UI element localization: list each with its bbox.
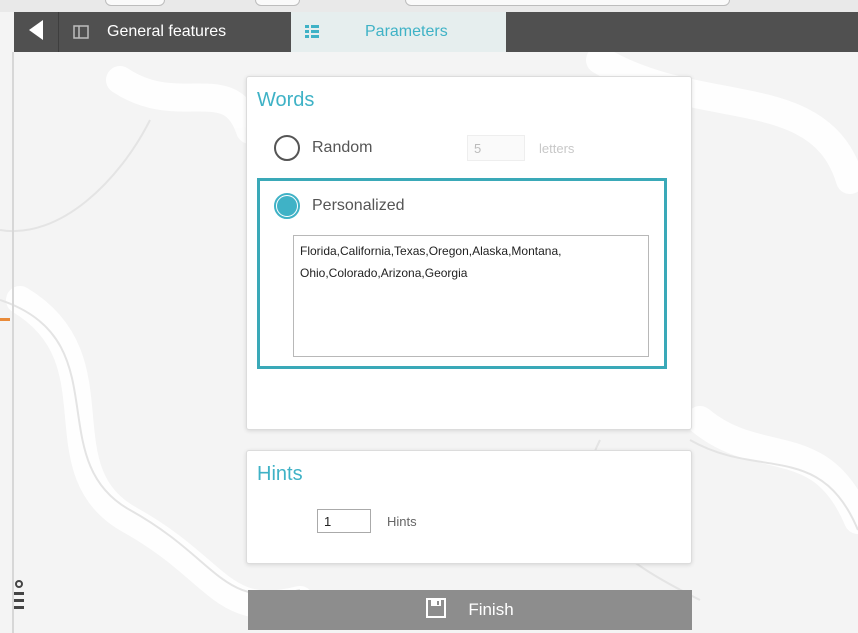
personalized-radio[interactable] (274, 193, 300, 219)
finish-label: Finish (468, 600, 514, 619)
radio-dot (277, 196, 297, 216)
words-panel: Words Random letters Personalized (246, 76, 692, 430)
tab-general-label: General features (107, 23, 227, 40)
personalized-section: Personalized (257, 178, 667, 369)
letters-unit-label: letters (539, 141, 575, 156)
custom-words-textarea[interactable] (293, 235, 649, 357)
panel-icon (73, 25, 89, 39)
random-label: Random (312, 139, 373, 156)
personalized-label: Personalized (312, 197, 405, 214)
handle-bar (14, 606, 24, 609)
back-button[interactable] (14, 12, 58, 52)
personalized-option[interactable]: Personalized (274, 193, 405, 219)
ghost-control (405, 0, 730, 6)
ghost-control (105, 0, 165, 6)
hints-title: Hints (257, 463, 303, 485)
hints-panel: Hints Hints (246, 450, 692, 564)
tab-bar: General features Parameters (14, 12, 858, 52)
letters-count-input[interactable] (467, 135, 525, 161)
side-handle[interactable] (12, 580, 26, 632)
left-divider (12, 52, 14, 633)
hints-row: Hints (317, 509, 417, 533)
finish-button[interactable]: Finish (248, 590, 692, 630)
back-arrow-icon (27, 19, 45, 46)
orange-marker (0, 318, 10, 321)
ghost-control (255, 0, 300, 6)
save-icon (426, 597, 447, 623)
random-radio[interactable] (274, 135, 300, 161)
random-option[interactable]: Random (274, 135, 372, 161)
tab-parameters-label: Parameters (365, 23, 448, 40)
list-icon (305, 24, 319, 40)
hints-count-input[interactable] (317, 509, 371, 533)
handle-bar (14, 599, 24, 602)
words-title: Words (257, 89, 315, 111)
handle-bar (14, 592, 24, 595)
tab-general-features[interactable]: General features (58, 12, 291, 52)
hints-unit-label: Hints (387, 513, 417, 529)
tab-parameters[interactable]: Parameters (291, 12, 506, 52)
handle-dot (15, 580, 23, 588)
top-strip (0, 0, 858, 12)
